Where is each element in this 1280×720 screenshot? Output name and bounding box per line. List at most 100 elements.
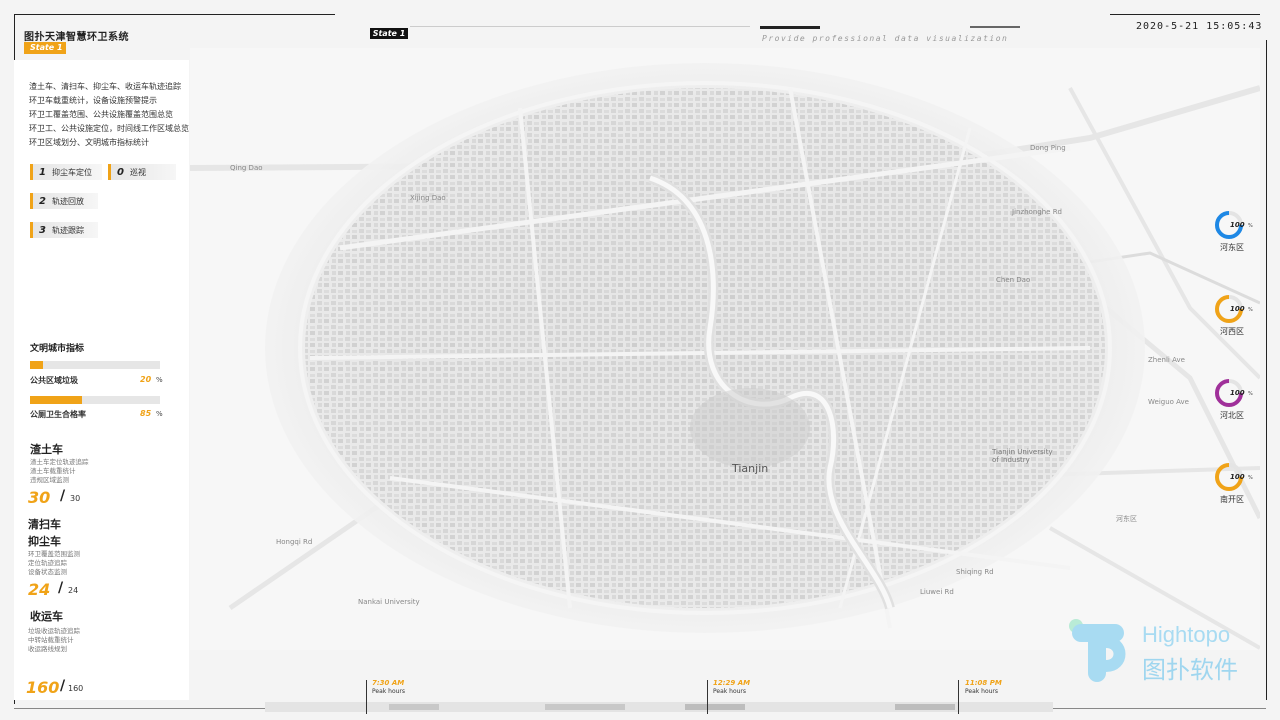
- map-label-qing-dao: Qing Dao: [230, 164, 263, 172]
- timeline-time: 7:30 AM: [372, 679, 405, 687]
- menu-num: 3: [39, 224, 46, 236]
- vehicle-desc: 垃圾收运轨迹追踪 中转站载重统计 收运路线规划: [28, 627, 80, 654]
- header-accent-bar-2: [970, 26, 1020, 28]
- vehicle-desc: 渣土车定位轨迹追踪 渣土车载重统计 违规区域监测: [30, 458, 89, 485]
- count-slash: /: [60, 678, 66, 694]
- map-label-dongping: Dong Ping: [1030, 144, 1066, 152]
- index-value: 85: [140, 409, 152, 418]
- index-bar-toilet: [30, 396, 160, 404]
- map-label-hongqi: Hongqi Rd: [276, 538, 313, 546]
- frame-top-left: [14, 14, 334, 15]
- timeline-marker[interactable]: [958, 680, 959, 714]
- map-graphic: [190, 63, 1260, 650]
- civilized-index-title: 文明城市指标: [30, 344, 85, 354]
- gauge-unit: %: [1248, 475, 1253, 481]
- menu-label: 抑尘车定位: [51, 167, 92, 177]
- vehicle-desc-line: 渣土车定位轨迹追踪: [30, 458, 89, 466]
- feature-item: 环卫工、公共设施定位，时间线工作区域总览: [29, 124, 189, 133]
- logo-t-icon: [1069, 619, 1126, 682]
- map-label-jinzhonghe: Jinzhonghe Rd: [1012, 208, 1062, 216]
- app-title: 图扑天津智慧环卫系统: [24, 32, 129, 43]
- map-label-hedong: 河东区: [1116, 515, 1137, 523]
- count-slash: /: [60, 488, 66, 504]
- gauge-hedong[interactable]: 100 % 河东区: [1206, 210, 1258, 260]
- vehicle-count: 30: [28, 488, 51, 507]
- index-unit: %: [156, 410, 163, 418]
- timeline-time: 11:08 PM: [965, 679, 1002, 687]
- vehicle-desc-line: 渣土车载重统计: [30, 467, 76, 475]
- vehicle-desc-line: 违规区域监测: [30, 476, 69, 484]
- count-slash: /: [58, 580, 64, 596]
- menu-track-replay[interactable]: 2 轨迹回放: [30, 193, 98, 209]
- vehicle-desc-line: 收运路线规划: [28, 645, 67, 653]
- total-total: 160: [68, 684, 84, 693]
- timeline-marker[interactable]: [366, 680, 367, 714]
- timeline-segment: [685, 704, 745, 710]
- vehicle-count: 24: [28, 580, 51, 599]
- index-label: 公共区域垃圾: [30, 376, 78, 385]
- index-label: 公厕卫生合格率: [30, 410, 86, 419]
- gauge-unit: %: [1248, 391, 1253, 397]
- gauge-unit: %: [1248, 223, 1253, 229]
- logo-text-cn: 图扑软件: [1142, 656, 1238, 684]
- timeline-marker[interactable]: [707, 680, 708, 714]
- menu-label: 轨迹跟踪: [51, 225, 84, 235]
- map-label-tianjin-univ: Tianjin University of Industry: [992, 448, 1053, 464]
- map-label-weiguo: Weiguo Ave: [1148, 398, 1189, 406]
- menu-num: 2: [39, 195, 46, 207]
- gauge-label: 河北区: [1220, 411, 1244, 420]
- timeline-time: 12:29 AM: [713, 679, 751, 687]
- timeline-peak-label: Peak hours: [965, 688, 999, 695]
- state-badge-left[interactable]: State 1: [24, 42, 66, 54]
- vehicle-desc-line: 定位轨迹追踪: [28, 559, 67, 567]
- feature-item: 环卫工覆盖范围、公共设施覆盖范围总览: [29, 110, 173, 119]
- gauge-label: 南开区: [1220, 495, 1244, 504]
- vehicle-desc-line: 环卫覆盖范围监测: [28, 550, 80, 558]
- logo-text-en: Hightopo: [1142, 622, 1231, 647]
- map-label-nankai: Nankai University: [358, 598, 420, 606]
- vehicle-title-muck: 渣土车: [30, 443, 63, 456]
- menu-label: 巡视: [129, 167, 146, 177]
- header-accent-bar: [760, 26, 820, 29]
- map-label-zhenli: Zhenli Ave: [1148, 356, 1185, 364]
- menu-track-follow[interactable]: 3 轨迹跟踪: [30, 222, 98, 238]
- gauge-value: 100: [1230, 305, 1245, 313]
- timeline-peak-label: Peak hours: [713, 688, 747, 695]
- index-unit: %: [156, 376, 163, 384]
- menu-dust-car-locate[interactable]: 1 抑尘车定位: [30, 164, 102, 180]
- vehicle-desc-line: 设备状态监测: [28, 568, 67, 576]
- vehicle-desc-line: 垃圾收运轨迹追踪: [28, 627, 80, 635]
- vehicle-desc: 环卫覆盖范围监测 定位轨迹追踪 设备状态监测: [28, 550, 80, 577]
- feature-item: 环卫区域划分、文明城市指标统计: [29, 138, 149, 147]
- state-badge-center[interactable]: State 1: [370, 28, 408, 39]
- map-label-xijing: Xijing Dao: [410, 194, 446, 202]
- frame-top-left-slant: [334, 14, 335, 15]
- header-subtitle: Provide professional data visualization: [762, 34, 1009, 43]
- vehicle-title-dust: 抑尘车: [28, 535, 61, 548]
- gauge-hexi[interactable]: 100 % 河西区: [1206, 294, 1258, 344]
- map-label-shiqing: Shiqing Rd: [956, 568, 994, 576]
- frame-right: [1266, 40, 1267, 700]
- gauge-value: 100: [1230, 389, 1245, 397]
- menu-num: 0: [117, 166, 124, 178]
- gauge-nankai[interactable]: 100 % 南开区: [1206, 462, 1258, 512]
- index-bar-fill: [30, 361, 43, 369]
- vehicle-title-sweeper: 清扫车: [28, 518, 61, 531]
- map-label-chen-dao: Chen Dao: [996, 276, 1031, 284]
- city-map[interactable]: Xijing Dao Nankai University Tianjin Uni…: [190, 48, 1260, 650]
- timeline-segment: [545, 704, 625, 710]
- header-datetime: 2020-5-21 15:05:43: [1136, 21, 1263, 32]
- map-label-liuwei: Liuwei Rd: [920, 588, 954, 596]
- frame-top-right: [1110, 14, 1260, 15]
- vehicle-total: 30: [70, 494, 81, 503]
- frame-top-mid: [410, 26, 750, 27]
- feature-item: 渣土车、清扫车、抑尘车、收运车轨迹追踪: [29, 82, 181, 91]
- index-bar-public-garbage: [30, 361, 160, 369]
- timeline-segment: [895, 704, 955, 710]
- timeline-track[interactable]: [265, 702, 1053, 712]
- vehicle-desc-line: 中转站载重统计: [28, 636, 74, 644]
- gauge-hebei[interactable]: 100 % 河北区: [1206, 378, 1258, 428]
- index-value: 20: [140, 375, 152, 384]
- menu-patrol[interactable]: 0 巡视: [108, 164, 176, 180]
- feature-item: 环卫车载重统计，设备设施预警提示: [29, 96, 157, 105]
